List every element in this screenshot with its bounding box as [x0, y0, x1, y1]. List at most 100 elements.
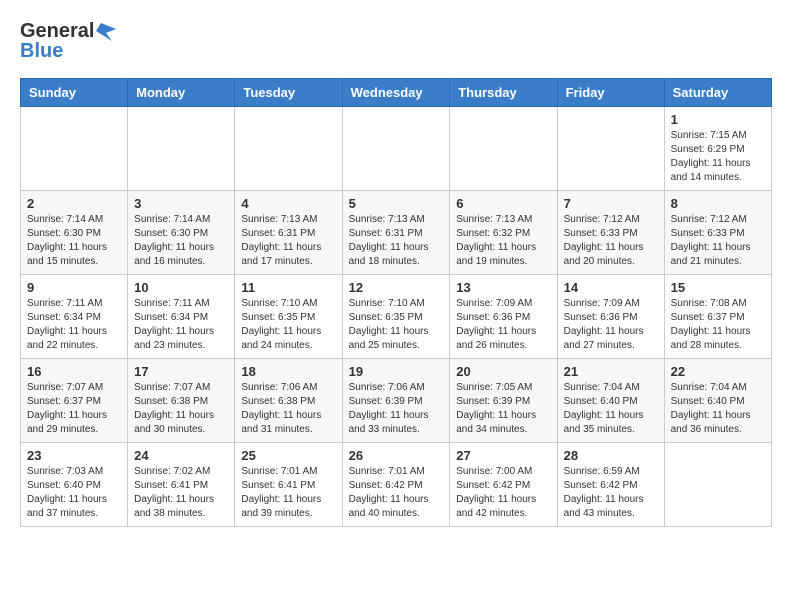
day-number: 3	[134, 196, 228, 211]
day-number: 19	[349, 364, 444, 379]
day-info: Sunrise: 7:13 AM Sunset: 6:31 PM Dayligh…	[241, 213, 335, 269]
logo-bird-icon	[96, 20, 116, 42]
day-info: Sunrise: 7:13 AM Sunset: 6:31 PM Dayligh…	[349, 213, 444, 269]
day-number: 26	[349, 448, 444, 463]
day-number: 9	[27, 280, 121, 295]
calendar-cell: 20 Sunrise: 7:05 AM Sunset: 6:39 PM Dayli…	[450, 359, 557, 443]
day-info: Sunrise: 7:01 AM Sunset: 6:42 PM Dayligh…	[349, 465, 444, 521]
day-number: 4	[241, 196, 335, 211]
day-number: 2	[27, 196, 121, 211]
calendar-week-row: 16 Sunrise: 7:07 AM Sunset: 6:37 PM Dayli…	[21, 359, 772, 443]
calendar-cell: 15 Sunrise: 7:08 AM Sunset: 6:37 PM Dayli…	[664, 275, 771, 359]
calendar-week-row: 23 Sunrise: 7:03 AM Sunset: 6:40 PM Dayli…	[21, 443, 772, 527]
day-info: Sunrise: 7:13 AM Sunset: 6:32 PM Dayligh…	[456, 213, 550, 269]
calendar-cell: 2 Sunrise: 7:14 AM Sunset: 6:30 PM Daylig…	[21, 191, 128, 275]
day-number: 13	[456, 280, 550, 295]
day-info: Sunrise: 7:10 AM Sunset: 6:35 PM Dayligh…	[241, 297, 335, 353]
weekday-header: Thursday	[450, 79, 557, 107]
day-number: 14	[564, 280, 658, 295]
calendar-cell: 8Sunrise: 7:12 AM Sunset: 6:33 PM Daylig…	[664, 191, 771, 275]
day-info: Sunrise: 7:04 AM Sunset: 6:40 PM Dayligh…	[671, 381, 765, 437]
calendar-cell	[235, 107, 342, 191]
day-number: 28	[564, 448, 658, 463]
day-info: Sunrise: 6:59 AM Sunset: 6:42 PM Dayligh…	[564, 465, 658, 521]
day-number: 6	[456, 196, 550, 211]
calendar-cell: 27 Sunrise: 7:00 AM Sunset: 6:42 PM Dayli…	[450, 443, 557, 527]
day-info: Sunrise: 7:03 AM Sunset: 6:40 PM Dayligh…	[27, 465, 121, 521]
calendar-cell: 7 Sunrise: 7:12 AM Sunset: 6:33 PM Daylig…	[557, 191, 664, 275]
day-number: 21	[564, 364, 658, 379]
day-number: 25	[241, 448, 335, 463]
day-number: 20	[456, 364, 550, 379]
calendar-cell: 3Sunrise: 7:14 AM Sunset: 6:30 PM Daylig…	[128, 191, 235, 275]
calendar-cell: 13 Sunrise: 7:09 AM Sunset: 6:36 PM Dayli…	[450, 275, 557, 359]
day-number: 17	[134, 364, 228, 379]
calendar-cell: 11 Sunrise: 7:10 AM Sunset: 6:35 PM Dayli…	[235, 275, 342, 359]
calendar-cell: 16 Sunrise: 7:07 AM Sunset: 6:37 PM Dayli…	[21, 359, 128, 443]
page-header: General Blue	[20, 20, 772, 62]
calendar-week-row: 1 Sunrise: 7:15 AM Sunset: 6:29 PM Daylig…	[21, 107, 772, 191]
day-number: 22	[671, 364, 765, 379]
logo: General Blue	[20, 20, 116, 62]
day-number: 12	[349, 280, 444, 295]
day-info: Sunrise: 7:05 AM Sunset: 6:39 PM Dayligh…	[456, 381, 550, 437]
day-number: 27	[456, 448, 550, 463]
day-number: 10	[134, 280, 228, 295]
calendar-cell: 19 Sunrise: 7:06 AM Sunset: 6:39 PM Dayli…	[342, 359, 450, 443]
day-number: 8	[671, 196, 765, 211]
day-info: Sunrise: 7:12 AM Sunset: 6:33 PM Dayligh…	[564, 213, 658, 269]
calendar-cell	[128, 107, 235, 191]
weekday-header: Monday	[128, 79, 235, 107]
day-number: 16	[27, 364, 121, 379]
calendar-cell	[450, 107, 557, 191]
day-number: 5	[349, 196, 444, 211]
calendar-cell: 5 Sunrise: 7:13 AM Sunset: 6:31 PM Daylig…	[342, 191, 450, 275]
calendar-cell: 25 Sunrise: 7:01 AM Sunset: 6:41 PM Dayli…	[235, 443, 342, 527]
calendar-cell: 18Sunrise: 7:06 AM Sunset: 6:38 PM Dayli…	[235, 359, 342, 443]
day-info: Sunrise: 7:15 AM Sunset: 6:29 PM Dayligh…	[671, 129, 765, 185]
calendar-cell: 14Sunrise: 7:09 AM Sunset: 6:36 PM Dayli…	[557, 275, 664, 359]
weekday-header: Saturday	[664, 79, 771, 107]
day-info: Sunrise: 7:01 AM Sunset: 6:41 PM Dayligh…	[241, 465, 335, 521]
calendar-cell	[664, 443, 771, 527]
day-info: Sunrise: 7:11 AM Sunset: 6:34 PM Dayligh…	[27, 297, 121, 353]
calendar-cell: 6 Sunrise: 7:13 AM Sunset: 6:32 PM Daylig…	[450, 191, 557, 275]
calendar-cell: 1 Sunrise: 7:15 AM Sunset: 6:29 PM Daylig…	[664, 107, 771, 191]
calendar-cell: 9 Sunrise: 7:11 AM Sunset: 6:34 PM Daylig…	[21, 275, 128, 359]
day-number: 11	[241, 280, 335, 295]
day-info: Sunrise: 7:09 AM Sunset: 6:36 PM Dayligh…	[456, 297, 550, 353]
day-number: 23	[27, 448, 121, 463]
day-info: Sunrise: 7:06 AM Sunset: 6:39 PM Dayligh…	[349, 381, 444, 437]
calendar-week-row: 9 Sunrise: 7:11 AM Sunset: 6:34 PM Daylig…	[21, 275, 772, 359]
day-number: 24	[134, 448, 228, 463]
day-info: Sunrise: 7:04 AM Sunset: 6:40 PM Dayligh…	[564, 381, 658, 437]
calendar-cell	[21, 107, 128, 191]
calendar-cell: 22 Sunrise: 7:04 AM Sunset: 6:40 PM Dayli…	[664, 359, 771, 443]
day-number: 1	[671, 112, 765, 127]
calendar-cell: 21 Sunrise: 7:04 AM Sunset: 6:40 PM Dayli…	[557, 359, 664, 443]
calendar-header-row: SundayMondayTuesdayWednesdayThursdayFrid…	[21, 79, 772, 107]
day-info: Sunrise: 7:02 AM Sunset: 6:41 PM Dayligh…	[134, 465, 228, 521]
weekday-header: Wednesday	[342, 79, 450, 107]
calendar-cell: 12 Sunrise: 7:10 AM Sunset: 6:35 PM Dayli…	[342, 275, 450, 359]
day-info: Sunrise: 7:07 AM Sunset: 6:37 PM Dayligh…	[27, 381, 121, 437]
day-info: Sunrise: 7:07 AM Sunset: 6:38 PM Dayligh…	[134, 381, 228, 437]
calendar-cell: 4 Sunrise: 7:13 AM Sunset: 6:31 PM Daylig…	[235, 191, 342, 275]
weekday-header: Sunday	[21, 79, 128, 107]
day-info: Sunrise: 7:10 AM Sunset: 6:35 PM Dayligh…	[349, 297, 444, 353]
weekday-header: Friday	[557, 79, 664, 107]
day-info: Sunrise: 7:06 AM Sunset: 6:38 PM Dayligh…	[241, 381, 335, 437]
calendar-cell	[557, 107, 664, 191]
calendar-cell: 26 Sunrise: 7:01 AM Sunset: 6:42 PM Dayli…	[342, 443, 450, 527]
day-info: Sunrise: 7:00 AM Sunset: 6:42 PM Dayligh…	[456, 465, 550, 521]
calendar-cell: 23 Sunrise: 7:03 AM Sunset: 6:40 PM Dayli…	[21, 443, 128, 527]
day-number: 15	[671, 280, 765, 295]
calendar-cell: 24 Sunrise: 7:02 AM Sunset: 6:41 PM Dayli…	[128, 443, 235, 527]
day-number: 7	[564, 196, 658, 211]
day-info: Sunrise: 7:14 AM Sunset: 6:30 PM Dayligh…	[27, 213, 121, 269]
calendar-cell: 28 Sunrise: 6:59 AM Sunset: 6:42 PM Dayli…	[557, 443, 664, 527]
calendar-week-row: 2 Sunrise: 7:14 AM Sunset: 6:30 PM Daylig…	[21, 191, 772, 275]
calendar-cell: 10Sunrise: 7:11 AM Sunset: 6:34 PM Dayli…	[128, 275, 235, 359]
day-info: Sunrise: 7:08 AM Sunset: 6:37 PM Dayligh…	[671, 297, 765, 353]
calendar-cell: 17 Sunrise: 7:07 AM Sunset: 6:38 PM Dayli…	[128, 359, 235, 443]
